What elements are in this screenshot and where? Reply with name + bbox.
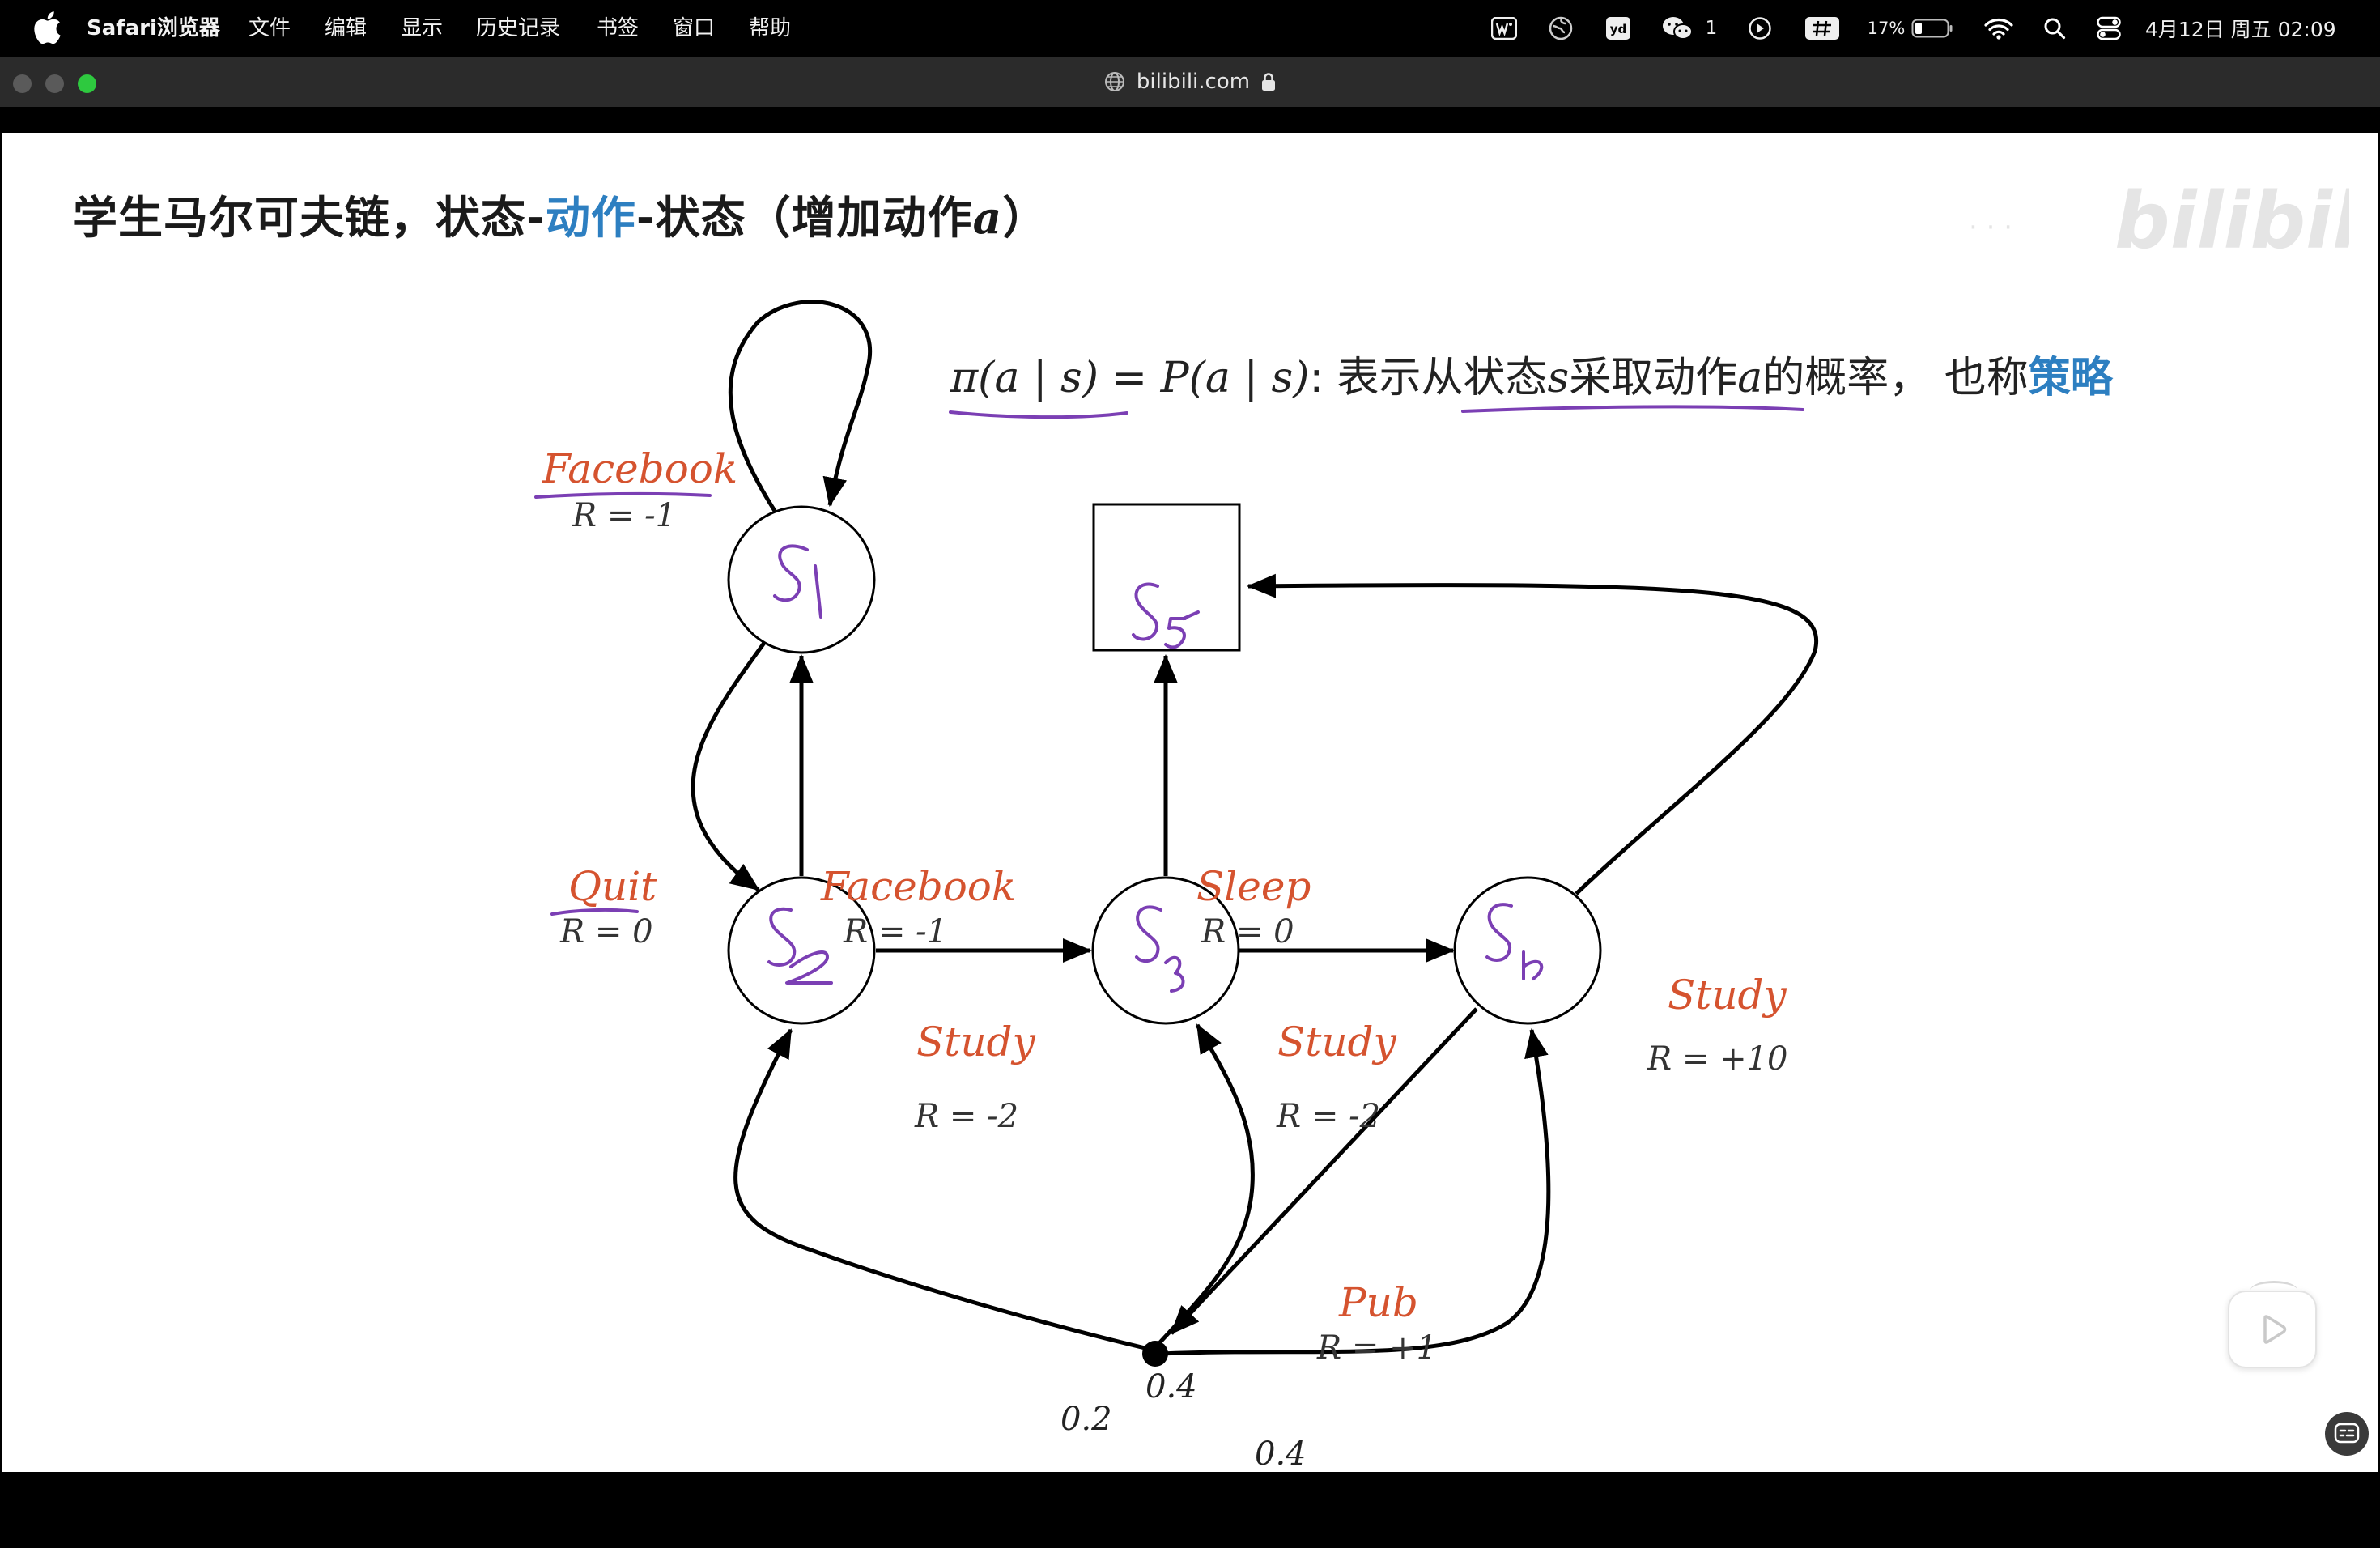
play-circle-icon[interactable]	[1746, 0, 1774, 57]
play-icon	[2263, 1315, 2287, 1344]
apple-icon[interactable]	[32, 11, 62, 44]
label-pub-reward: R = +1	[1316, 1329, 1437, 1367]
edge-s4-s5-study	[1247, 573, 1818, 895]
menu-help[interactable]: 帮助	[749, 0, 791, 57]
menu-bookmarks[interactable]: 书签	[597, 0, 639, 57]
label-quit: Quit	[568, 863, 657, 910]
battery-icon[interactable]	[1910, 0, 1954, 57]
menu-app-name[interactable]: Safari浏览器	[87, 0, 220, 57]
subtitle-icon	[2334, 1423, 2360, 1444]
address-bar[interactable]: bilibili.com	[0, 57, 2380, 107]
label-pub: Pub	[1338, 1279, 1418, 1326]
prob-to-s2: 0.2	[1060, 1401, 1112, 1438]
label-sleep: Sleep	[1196, 863, 1311, 910]
control-center-icon[interactable]	[2095, 0, 2123, 57]
menu-file[interactable]: 文件	[249, 0, 291, 57]
label-s2-study: Study	[916, 1019, 1036, 1065]
menu-view[interactable]: 显示	[401, 0, 443, 57]
pub-chance-node	[1142, 1341, 1168, 1367]
menu-history[interactable]: 历史记录	[476, 0, 560, 57]
svg-text:yd: yd	[1610, 22, 1627, 36]
markov-decision-diagram: Facebook R = -1 Quit R = 0 Facebook R = …	[534, 300, 1818, 1472]
label-s4-study-reward: R = +10	[1647, 1040, 1787, 1078]
label-s2-facebook: Facebook	[820, 863, 1016, 910]
label-quit-reward: R = 0	[559, 913, 653, 950]
wechat-count: 1	[1705, 18, 1718, 39]
wechat-icon[interactable]	[1660, 0, 1696, 57]
battery-percent: 17%	[1867, 19, 1906, 38]
prob-to-s3: 0.4	[1145, 1368, 1197, 1406]
input-method-icon[interactable]	[1804, 0, 1841, 57]
edge-pub-s2	[733, 1028, 1156, 1353]
url-text: bilibili.com	[1136, 70, 1251, 94]
video-frame[interactable]: 学生马尔可夫链，状态-动作-状态（增加动作a） π(a | s) = P(a |…	[2, 133, 2378, 1472]
label-s1-facebook-reward: R = -1	[572, 497, 676, 534]
menu-bar: Safari浏览器 文件 编辑 显示 历史记录 书签 窗口 帮助 yd 1 17…	[0, 0, 2380, 57]
underline-policy-formula	[949, 410, 1128, 419]
state-s1	[727, 505, 876, 654]
label-s3-study-reward: R = -2	[1276, 1098, 1380, 1135]
label-s4-study: Study	[1668, 972, 1787, 1019]
label-sleep-reward: R = 0	[1201, 913, 1294, 950]
play-button[interactable]	[2228, 1281, 2317, 1368]
prob-to-s4: 0.4	[1255, 1435, 1307, 1472]
label-s2-facebook-reward: R = -1	[843, 913, 947, 950]
spotlight-search-icon[interactable]	[2042, 0, 2068, 57]
clock[interactable]: 4月12日 周五 02:09	[2145, 0, 2361, 57]
browser-toolbar: bilibili.com	[0, 57, 2380, 107]
top-letterbox	[0, 107, 2380, 133]
menu-window[interactable]: 窗口	[673, 0, 715, 57]
subtitle-button[interactable]	[2325, 1412, 2369, 1456]
label-s1-facebook: Facebook	[542, 445, 737, 492]
edge-s1-s2-quit	[691, 641, 767, 892]
edge-s1-facebook-loop	[728, 300, 872, 512]
state-s5-terminal	[1092, 503, 1241, 652]
wifi-icon[interactable]	[1983, 0, 2014, 57]
underline-policy-text	[1461, 405, 1804, 413]
vpn-globe-icon[interactable]	[1547, 0, 1575, 57]
label-s2-study-reward: R = -2	[914, 1098, 1018, 1135]
wps-icon[interactable]	[1490, 0, 1519, 57]
youdao-icon[interactable]: yd	[1604, 0, 1633, 57]
label-s3-study: Study	[1277, 1019, 1397, 1065]
lock-icon	[1262, 73, 1276, 91]
bottom-letterbox	[0, 1472, 2380, 1548]
menu-edit[interactable]: 编辑	[325, 0, 367, 57]
state-s4	[1453, 876, 1602, 1025]
globe-icon	[1104, 72, 1124, 91]
